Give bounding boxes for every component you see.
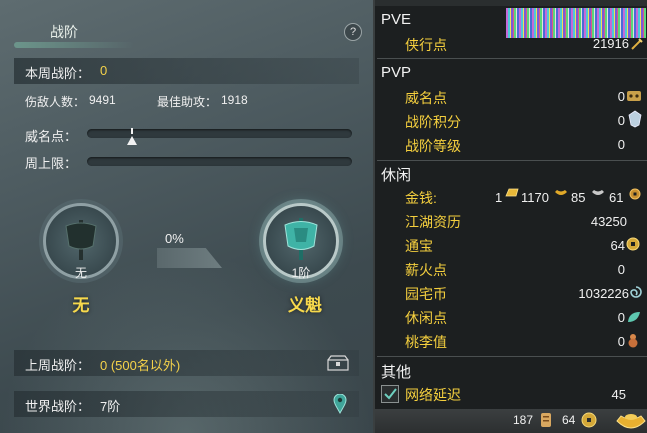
gold-ingot-icon[interactable]: [615, 409, 647, 433]
pvp-item-value: 0: [617, 137, 625, 152]
current-rank-small: 无: [74, 266, 87, 280]
bottom-value-a: 187: [513, 413, 534, 427]
section-divider: [377, 356, 647, 357]
leisure-item-value: 0: [617, 262, 625, 277]
leisure-item-label: 休闲点: [405, 310, 447, 326]
currency-panel: PVE 侠行点 21916 PVP 威名点 0 战阶积分 0 战阶等级 0 休闲…: [373, 0, 647, 433]
pvp-heading: PVP: [381, 64, 412, 81]
crest-icon: [628, 110, 642, 128]
leaf-icon: [628, 312, 640, 322]
money-copper-value: 61: [609, 190, 624, 205]
prestige-marker-stem: [131, 128, 133, 134]
section-divider: [377, 58, 647, 59]
money-gold-value: 1170: [521, 190, 549, 205]
pvp-item-value: 0: [617, 89, 625, 104]
sword-icon: [631, 38, 643, 50]
gold-brick-icon: [505, 188, 519, 197]
other-heading: 其他: [381, 364, 412, 381]
leisure-item-value: 0: [617, 310, 625, 325]
location-pin-icon[interactable]: [333, 394, 347, 414]
assist-value: 1918: [221, 93, 248, 107]
panel-header: 战阶: [0, 18, 373, 48]
world-rank-label: 世界战阶：: [25, 399, 91, 414]
leisure-item-label: 江湖资历: [405, 214, 461, 230]
chest-icon[interactable]: [327, 355, 349, 371]
pve-heading: PVE: [381, 11, 412, 28]
pvp-item-label: 战阶等级: [405, 138, 461, 154]
pvp-item-label: 战阶积分: [405, 114, 461, 130]
leisure-item-value: 0: [617, 334, 625, 349]
gourd-icon: [628, 334, 638, 348]
coin-icon: [626, 237, 640, 251]
progress-percent: 0%: [165, 231, 184, 246]
leisure-heading: 休闲: [381, 167, 412, 184]
bottom-value-b: 64: [562, 413, 576, 427]
scroll-icon[interactable]: [538, 411, 554, 429]
assist-label: 最佳助攻：: [157, 95, 218, 109]
checkmark-icon: [384, 388, 397, 400]
latency-value: 45: [611, 387, 626, 402]
prestige-label: 威名点：: [25, 129, 78, 144]
leisure-item-label: 桃李值: [405, 334, 447, 350]
money-label: 金钱:: [405, 190, 437, 206]
copper-coin-icon: [629, 188, 641, 200]
leisure-item-value: 64: [610, 238, 625, 253]
mask-icon: [627, 91, 641, 101]
title-swoosh-decoration: [14, 42, 134, 48]
silver-ingot-icon: [592, 190, 604, 195]
prestige-marker-icon: [127, 136, 137, 145]
money-gold-brick-value: 1: [495, 190, 503, 205]
help-button[interactable]: ?: [344, 23, 362, 41]
leisure-item-label: 薪火点: [405, 262, 447, 278]
world-rank-value: 7阶: [100, 399, 121, 414]
weekly-cap-label: 周上限：: [25, 156, 78, 171]
rank-panel: 战阶 ? 本周战阶： 0 伤敌人数： 9491 最佳助攻： 1918 威名点： …: [0, 0, 373, 433]
top-strip: [375, 0, 647, 6]
color-bar-decoration: [506, 8, 646, 38]
last-week-value: 0 (500名以外): [100, 358, 181, 373]
pvp-item-value: 0: [617, 113, 625, 128]
leisure-item-label: 园宅币: [405, 286, 447, 302]
bottom-toolbar: 187 64: [375, 409, 647, 433]
next-rank-name: 义魁: [288, 296, 322, 315]
pve-item-label: 侠行点: [405, 37, 447, 53]
week-rank-value: 0: [100, 63, 108, 78]
current-rank-name: 无: [72, 296, 90, 315]
week-rank-label: 本周战阶：: [25, 66, 91, 81]
kills-label: 伤敌人数：: [25, 95, 86, 109]
money-silver-value: 85: [571, 190, 586, 205]
swirl-icon: [630, 286, 642, 298]
progress-arrow: [157, 248, 222, 268]
panel-title: 战阶: [50, 24, 78, 40]
gold-ingot-icon: [555, 190, 567, 195]
leisure-item-value: 43250: [590, 214, 627, 229]
kills-value: 9491: [89, 93, 116, 107]
pve-item-value: 21916: [592, 36, 629, 51]
latency-label: 网络延迟: [405, 387, 461, 403]
coin-icon[interactable]: [581, 412, 597, 428]
leisure-item-label: 通宝: [405, 238, 433, 254]
last-week-label: 上周战阶：: [25, 358, 91, 373]
leisure-item-value: 1032226: [578, 286, 629, 301]
next-rank-small: 1阶: [291, 266, 311, 280]
weekly-cap-bar: [87, 157, 352, 166]
section-divider: [377, 160, 647, 161]
pvp-item-label: 威名点: [405, 90, 447, 106]
latency-checkbox[interactable]: [381, 385, 399, 403]
